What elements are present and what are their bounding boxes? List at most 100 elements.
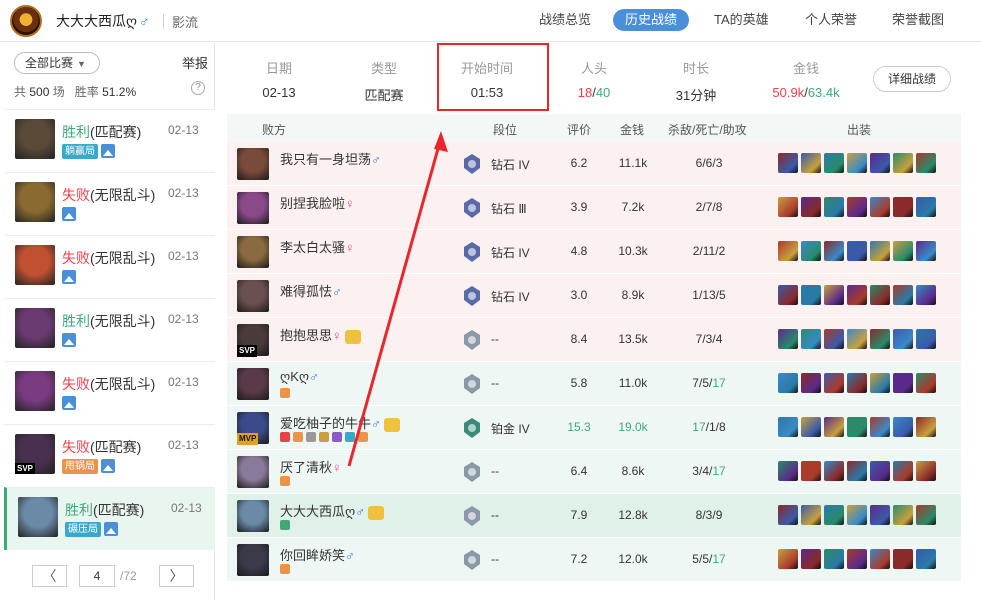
item-icon[interactable] <box>778 505 798 525</box>
item-icon[interactable] <box>870 373 890 393</box>
item-icon[interactable] <box>893 461 913 481</box>
item-icon[interactable] <box>893 197 913 217</box>
item-icon[interactable] <box>916 153 936 173</box>
item-icon[interactable] <box>916 241 936 261</box>
player-name[interactable]: 爱吃柚子的牛牛♂ <box>280 413 400 432</box>
item-icon[interactable] <box>847 505 867 525</box>
item-icon[interactable] <box>870 153 890 173</box>
screenshot-icon[interactable] <box>62 396 76 410</box>
screenshot-icon[interactable] <box>101 144 115 158</box>
player-row[interactable]: 厌了清秋♀ -- 6.4 8.6k 3/4/17 <box>227 450 961 494</box>
item-icon[interactable] <box>824 549 844 569</box>
player-row[interactable]: 难得孤怯♂ 钻石 IV 3.0 8.9k 1/13/5 <box>227 274 961 318</box>
item-icon[interactable] <box>916 329 936 349</box>
item-icon[interactable] <box>893 285 913 305</box>
item-icon[interactable] <box>847 373 867 393</box>
tab-overview[interactable]: 战绩总览 <box>527 9 603 31</box>
item-icon[interactable] <box>801 505 821 525</box>
item-icon[interactable] <box>824 285 844 305</box>
item-icon[interactable] <box>778 373 798 393</box>
item-icon[interactable] <box>916 285 936 305</box>
item-icon[interactable] <box>824 417 844 437</box>
help-icon[interactable]: ? <box>191 81 205 95</box>
item-icon[interactable] <box>778 197 798 217</box>
player-name[interactable]: 难得孤怯♂ <box>280 281 342 300</box>
item-icon[interactable] <box>893 373 913 393</box>
item-icon[interactable] <box>916 373 936 393</box>
item-icon[interactable] <box>801 197 821 217</box>
item-icon[interactable] <box>893 505 913 525</box>
item-icon[interactable] <box>801 285 821 305</box>
player-row[interactable]: 大大大西瓜ღ♂ -- 7.9 12.8k 8/3/9 <box>227 494 961 538</box>
item-icon[interactable] <box>824 241 844 261</box>
item-icon[interactable] <box>893 241 913 261</box>
player-row[interactable]: 李太白太骚♀ 钻石 IV 4.8 10.3k 2/11/2 <box>227 230 961 274</box>
player-row[interactable]: SVP 抱抱思思♀ -- 8.4 13.5k 7/3/4 <box>227 318 961 362</box>
item-icon[interactable] <box>847 153 867 173</box>
item-icon[interactable] <box>870 549 890 569</box>
item-icon[interactable] <box>801 241 821 261</box>
item-icon[interactable] <box>824 329 844 349</box>
next-page-button[interactable]: 〉 <box>159 565 194 587</box>
tab-honor[interactable]: 个人荣誉 <box>793 9 869 31</box>
item-icon[interactable] <box>801 417 821 437</box>
item-icon[interactable] <box>847 461 867 481</box>
item-icon[interactable] <box>870 197 890 217</box>
item-icon[interactable] <box>847 285 867 305</box>
item-icon[interactable] <box>847 329 867 349</box>
screenshot-icon[interactable] <box>62 270 76 284</box>
item-icon[interactable] <box>893 329 913 349</box>
item-icon[interactable] <box>824 153 844 173</box>
screenshot-icon[interactable] <box>104 522 118 536</box>
item-icon[interactable] <box>824 461 844 481</box>
match-item[interactable]: 胜利(匹配赛) 02-13 碾压局 <box>4 487 215 550</box>
item-icon[interactable] <box>916 549 936 569</box>
item-icon[interactable] <box>893 417 913 437</box>
item-icon[interactable] <box>824 505 844 525</box>
item-icon[interactable] <box>870 285 890 305</box>
tab-honor-screenshots[interactable]: 荣誉截图 <box>880 9 956 31</box>
page-input[interactable]: 4 <box>79 565 115 587</box>
item-icon[interactable] <box>870 505 890 525</box>
player-name[interactable]: 我只有一身坦荡♂ <box>280 149 381 168</box>
item-icon[interactable] <box>801 461 821 481</box>
item-icon[interactable] <box>801 373 821 393</box>
item-icon[interactable] <box>847 417 867 437</box>
item-icon[interactable] <box>778 241 798 261</box>
player-row[interactable]: 别捏我脸啦♀ 钻石 Ⅲ 3.9 7.2k 2/7/8 <box>227 186 961 230</box>
match-item[interactable]: SVP 失败(匹配赛) 02-13 甩锅局 <box>4 424 215 487</box>
item-icon[interactable] <box>847 549 867 569</box>
match-filter-dropdown[interactable]: 全部比赛 ▼ <box>14 52 100 74</box>
item-icon[interactable] <box>870 241 890 261</box>
player-name[interactable]: 大大大西瓜ღ♂ <box>280 501 384 520</box>
item-icon[interactable] <box>870 461 890 481</box>
player-row[interactable]: 我只有一身坦荡♂ 钻石 IV 6.2 11.1k 6/6/3 <box>227 142 961 186</box>
item-icon[interactable] <box>778 461 798 481</box>
item-icon[interactable] <box>824 373 844 393</box>
item-icon[interactable] <box>778 549 798 569</box>
tab-heroes[interactable]: TA的英雄 <box>702 9 781 31</box>
item-icon[interactable] <box>916 417 936 437</box>
match-item[interactable]: 失败(无限乱斗) 02-13 <box>4 235 215 298</box>
item-icon[interactable] <box>801 329 821 349</box>
match-item[interactable]: 胜利(无限乱斗) 02-13 <box>4 298 215 361</box>
player-name[interactable]: 别捏我脸啦♀ <box>280 193 355 212</box>
player-name[interactable]: 抱抱思思♀ <box>280 325 361 344</box>
item-icon[interactable] <box>916 505 936 525</box>
player-name[interactable]: 你回眸娇笑♂ <box>280 545 355 564</box>
item-icon[interactable] <box>916 461 936 481</box>
item-icon[interactable] <box>893 549 913 569</box>
detail-stats-button[interactable]: 详细战绩 <box>873 66 951 92</box>
player-name[interactable]: ღKღ♂ <box>280 369 319 385</box>
tab-history[interactable]: 历史战绩 <box>613 9 690 31</box>
item-icon[interactable] <box>893 153 913 173</box>
prev-page-button[interactable]: 〈 <box>32 565 67 587</box>
item-icon[interactable] <box>870 329 890 349</box>
player-name[interactable]: 李太白太骚♀ <box>280 237 355 256</box>
player-row[interactable]: 你回眸娇笑♂ -- 7.2 12.0k 5/5/17 <box>227 538 961 582</box>
item-icon[interactable] <box>801 153 821 173</box>
player-row[interactable]: MVP 爱吃柚子的牛牛♂ 铂金 IV 15.3 19.0k 17/1/8 <box>227 406 961 450</box>
screenshot-icon[interactable] <box>62 207 76 221</box>
player-row[interactable]: ღKღ♂ -- 5.8 11.0k 7/5/17 <box>227 362 961 406</box>
match-item[interactable]: 胜利(匹配赛) 02-13 躺赢局 <box>4 109 215 172</box>
